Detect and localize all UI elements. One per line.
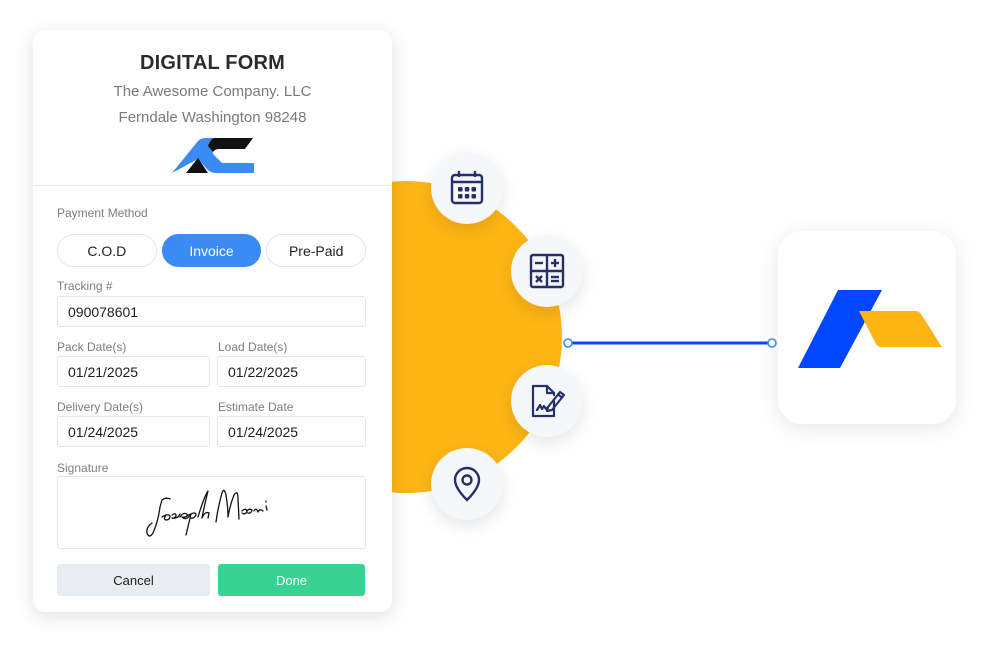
pack-date-label: Pack Date(s) <box>57 340 127 354</box>
load-date-input[interactable]: 01/22/2025 <box>217 356 366 387</box>
digital-form-card: DIGITAL FORM The Awesome Company. LLC Fe… <box>33 30 392 612</box>
signed-document-bubble <box>511 365 583 437</box>
payment-option-cod[interactable]: C.O.D <box>57 234 157 267</box>
done-button[interactable]: Done <box>218 564 365 596</box>
calculator-icon <box>529 253 565 289</box>
company-name: The Awesome Company. LLC <box>113 83 312 100</box>
connector-line <box>563 338 777 348</box>
payment-method-group: C.O.D Invoice Pre-Paid <box>57 234 367 267</box>
form-title: DIGITAL FORM <box>140 52 285 74</box>
location-bubble <box>431 448 503 520</box>
payment-option-invoice[interactable]: Invoice <box>161 234 262 267</box>
brand-logo-icon <box>798 290 942 368</box>
calculator-bubble <box>511 235 583 307</box>
app-tile <box>778 231 956 424</box>
signed-document-icon <box>531 384 566 418</box>
pack-date-input[interactable]: 01/21/2025 <box>57 356 210 387</box>
calendar-icon <box>450 171 484 205</box>
signature-pad[interactable] <box>57 476 366 549</box>
ac-logo-icon <box>171 138 254 173</box>
delivery-date-label: Delivery Date(s) <box>57 400 144 414</box>
tracking-label: Tracking # <box>57 279 113 293</box>
payment-option-prepaid[interactable]: Pre-Paid <box>266 234 367 267</box>
payment-method-label: Payment Method <box>57 206 148 220</box>
company-address: Ferndale Washington 98248 <box>118 109 307 126</box>
load-date-label: Load Date(s) <box>218 340 288 354</box>
location-pin-icon <box>453 466 481 502</box>
connector-end-node <box>767 338 777 348</box>
tracking-input[interactable]: 090078601 <box>57 296 366 327</box>
delivery-date-input[interactable]: 01/24/2025 <box>57 416 210 447</box>
estimate-date-input[interactable]: 01/24/2025 <box>217 416 366 447</box>
calendar-bubble <box>431 152 503 224</box>
signature-label: Signature <box>57 461 109 475</box>
signature-drawing <box>146 489 268 537</box>
estimate-date-label: Estimate Date <box>218 400 294 414</box>
connector-start-node <box>563 338 573 348</box>
cancel-button[interactable]: Cancel <box>57 564 210 596</box>
form-header: DIGITAL FORM The Awesome Company. LLC Fe… <box>33 30 392 186</box>
